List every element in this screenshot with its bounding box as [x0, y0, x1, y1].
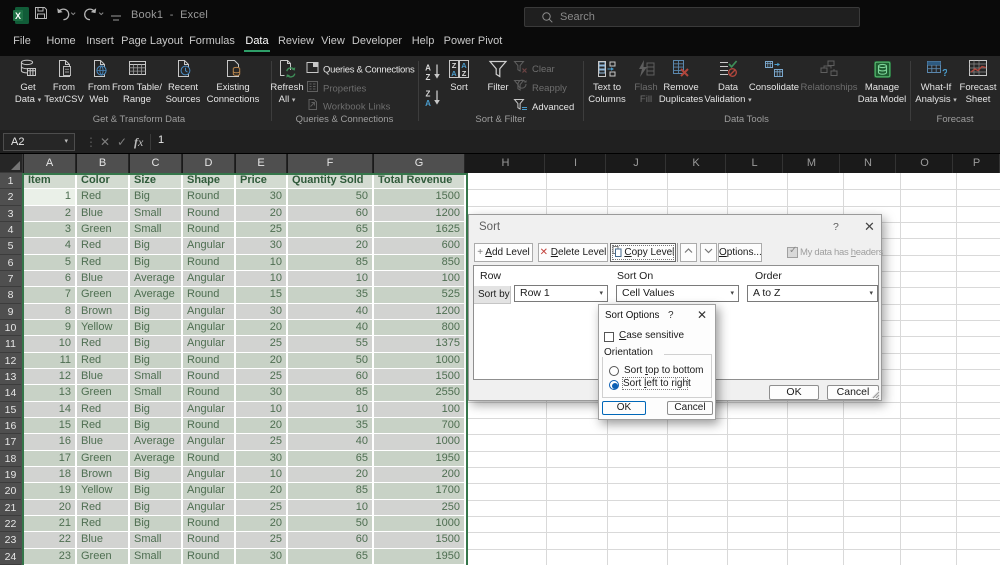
svg-text:A: A [451, 69, 457, 78]
svg-text:A: A [425, 99, 431, 108]
svg-text:X: X [15, 11, 21, 21]
